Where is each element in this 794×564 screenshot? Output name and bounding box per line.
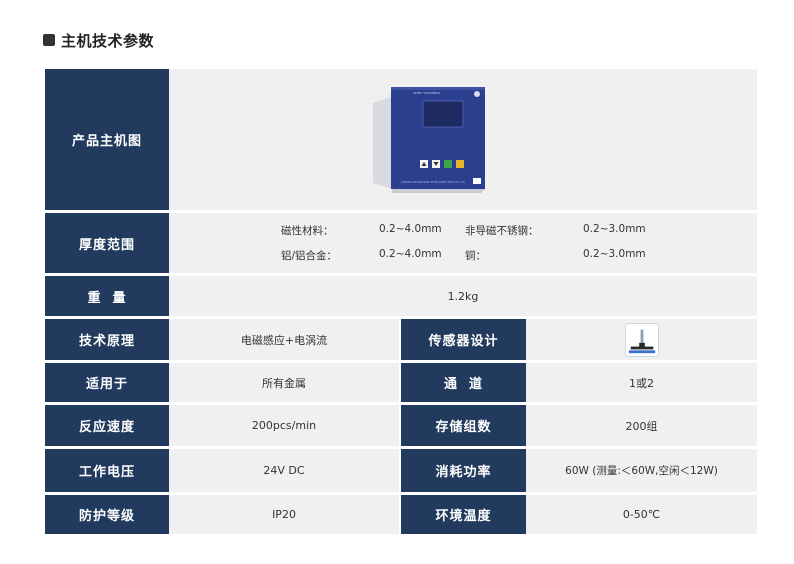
spec-row: 反应速度 200pcs/min 存储组数 200组 [45,405,757,446]
row-label: 消耗功率 [401,449,526,492]
device-footer-text: ANTONG ZHONGXIANG INTELLIGENT TECH CO.,L… [401,180,465,184]
sensor-design-cell [526,319,757,360]
row-label: 通 道 [401,363,526,402]
row-label: 适用于 [45,363,169,402]
row-label: 工作电压 [45,449,169,492]
thickness-value: 0.2~4.0mm [379,248,442,260]
spec-row: 工作电压 24V DC 消耗功率 60W (测量:＜60W,空闲＜12W) [45,449,757,492]
product-image-cell: STEEL THICKNESS ANTONG ZHONGXIANG INTELL… [169,69,757,210]
thickness-value: 0.2~3.0mm [583,248,646,260]
row-label: 环境温度 [401,495,526,534]
section-title-text: 主机技术参数 [61,31,155,50]
thickness-name: 铜： [465,250,486,262]
row-value: IP20 [169,495,399,534]
row-value: 60W (测量:＜60W,空闲＜12W) [526,449,757,492]
row-label: 反应速度 [45,405,169,446]
row-value: 电磁感应+电涡流 [169,319,399,360]
spec-row-weight: 重 量 1.2kg [45,276,757,316]
thickness-values: 磁性材料： 0.2~4.0mm 非导磁不锈钢： 0.2~3.0mm 铝/铝合金：… [169,213,757,273]
thickness-name: 磁性材料： [281,225,334,237]
row-label: 技术原理 [45,319,169,360]
row-value: 200pcs/min [169,405,399,446]
thickness-name: 铝/铝合金： [281,250,338,262]
section-title: 主机技术参数 [43,30,154,50]
row-value: 24V DC [169,449,399,492]
spec-row-thickness: 厚度范围 磁性材料： 0.2~4.0mm 非导磁不锈钢： 0.2~3.0mm 铝… [45,213,757,273]
row-label: 传感器设计 [401,319,526,360]
row-label-image: 产品主机图 [45,69,169,210]
spec-row: 防护等级 IP20 环境温度 0-50℃ [45,495,757,534]
square-bullet-icon [43,34,55,46]
thickness-value: 0.2~4.0mm [379,223,442,235]
thickness-name: 非导磁不锈钢： [465,225,539,237]
row-value: 所有金属 [169,363,399,402]
row-value: 0-50℃ [526,495,757,534]
spec-row-image: 产品主机图 STEEL THICKNESS ANTONG ZHONGXIANG … [45,69,757,210]
device-image: STEEL THICKNESS ANTONG ZHONGXIANG INTELL… [373,87,485,193]
thickness-value: 0.2~3.0mm [583,223,646,235]
row-label: 存储组数 [401,405,526,446]
spec-row: 技术原理 电磁感应+电涡流 传感器设计 [45,319,757,360]
row-value: 1或2 [526,363,757,402]
spec-row: 适用于 所有金属 通 道 1或2 [45,363,757,402]
sensor-icon [624,322,659,357]
row-label-thickness: 厚度范围 [45,213,169,273]
weight-value: 1.2kg [169,276,757,316]
device-brand-text: STEEL THICKNESS [413,91,440,95]
row-value: 200组 [526,405,757,446]
row-label: 防护等级 [45,495,169,534]
row-label-weight: 重 量 [45,276,169,316]
